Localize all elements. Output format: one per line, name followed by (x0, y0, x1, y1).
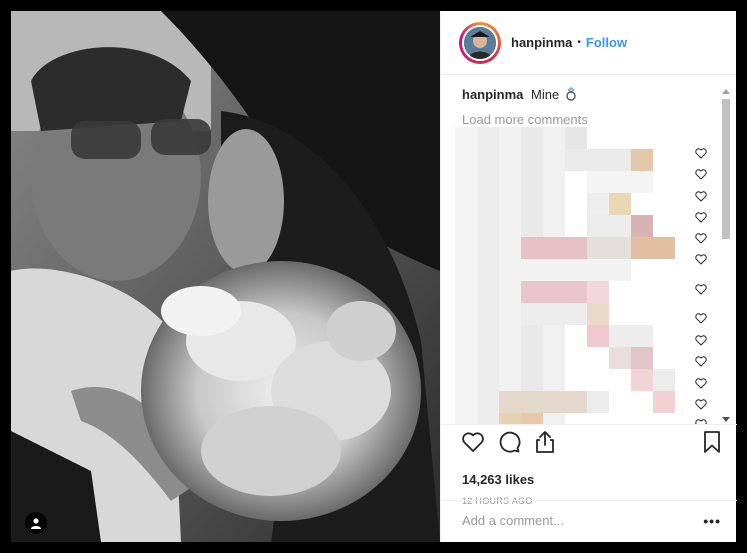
heart-outline-icon[interactable] (695, 233, 707, 244)
heart-outline-icon[interactable] (695, 191, 707, 202)
heart-outline-icon[interactable] (695, 335, 707, 346)
post-photo-image (11, 11, 440, 542)
post-header: hanpinma • Follow (441, 11, 736, 75)
avatar[interactable] (462, 24, 498, 61)
post-actions: 14,263 likes 12 HOURS AGO (441, 424, 737, 510)
bookmark-icon[interactable] (700, 430, 724, 454)
user-tag-icon[interactable] (25, 512, 47, 534)
post-side-panel: hanpinma • Follow hanpinma Mine Load mor… (440, 11, 737, 542)
caption-text: Mine (531, 87, 560, 102)
heart-outline-icon[interactable] (695, 169, 707, 180)
load-more-comments[interactable]: Load more comments (462, 112, 588, 127)
share-icon[interactable] (533, 430, 557, 454)
heart-outline-icon[interactable] (695, 378, 707, 389)
follow-button[interactable]: Follow (586, 35, 627, 50)
header-text: hanpinma • Follow (511, 35, 627, 50)
heart-outline-icon[interactable] (695, 254, 707, 265)
likes-count[interactable]: 14,263 likes (462, 472, 534, 487)
comments-scrollbar[interactable] (720, 87, 732, 424)
header-username[interactable]: hanpinma (511, 35, 572, 50)
heart-outline-icon[interactable] (695, 399, 707, 410)
heart-outline-icon[interactable] (695, 313, 707, 324)
heart-outline-icon[interactable] (695, 148, 707, 159)
avatar-story-ring[interactable] (459, 21, 501, 64)
comments-section[interactable]: hanpinma Mine Load more comments (441, 87, 737, 424)
add-comment-bar: ••• (441, 500, 737, 542)
ring-icon (566, 87, 576, 101)
scroll-up-arrow-icon[interactable] (722, 89, 730, 94)
heart-icon[interactable] (461, 430, 485, 454)
post-photo[interactable] (11, 11, 440, 542)
post-caption: hanpinma Mine (462, 87, 577, 102)
scroll-down-arrow-icon[interactable] (722, 417, 730, 422)
header-separator: • (577, 37, 581, 48)
pixelated-comments (455, 127, 679, 424)
instagram-post-modal: hanpinma • Follow hanpinma Mine Load mor… (0, 0, 747, 553)
more-options-button[interactable]: ••• (703, 513, 721, 529)
heart-outline-icon[interactable] (695, 284, 707, 295)
caption-username[interactable]: hanpinma (462, 87, 523, 102)
heart-outline-icon[interactable] (695, 356, 707, 367)
comment-input[interactable] (462, 513, 682, 528)
scroll-thumb[interactable] (722, 99, 730, 239)
comment-icon[interactable] (497, 430, 521, 454)
heart-outline-icon[interactable] (695, 212, 707, 223)
